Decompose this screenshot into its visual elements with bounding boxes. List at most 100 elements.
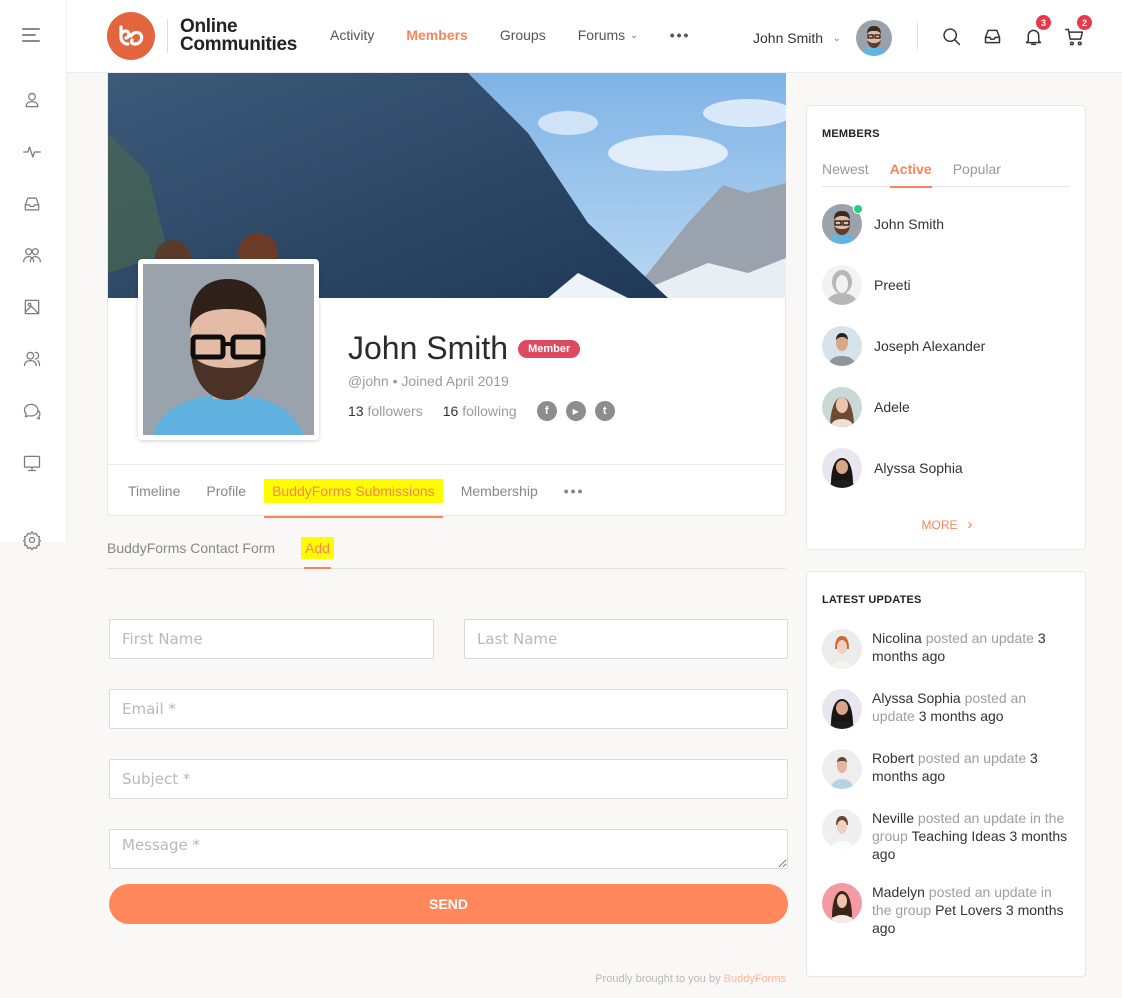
courses-icon[interactable] bbox=[20, 451, 44, 475]
member-name: Alyssa Sophia bbox=[874, 460, 963, 476]
chevron-down-icon: ⌄ bbox=[630, 29, 638, 40]
nav-more-button[interactable]: ••• bbox=[670, 27, 691, 43]
search-icon[interactable] bbox=[939, 24, 963, 48]
groups-icon[interactable] bbox=[20, 243, 44, 267]
facebook-icon[interactable]: f bbox=[536, 401, 557, 421]
update-item[interactable]: Neville posted an update in the group Te… bbox=[822, 809, 1077, 863]
cart-icon[interactable]: 2 bbox=[1062, 15, 1092, 48]
member-item[interactable]: Alyssa Sophia bbox=[822, 448, 963, 488]
members-tab-active[interactable]: Active bbox=[889, 161, 932, 188]
followers-link[interactable]: 13 followers bbox=[348, 403, 423, 419]
tab-buddyforms-submissions[interactable]: BuddyForms Submissions bbox=[264, 478, 443, 518]
nav-activity[interactable]: Activity bbox=[330, 27, 374, 43]
member-avatar bbox=[822, 265, 862, 305]
photos-icon[interactable] bbox=[20, 295, 44, 319]
members-tab-popular[interactable]: Popular bbox=[953, 161, 1001, 187]
profile-icon[interactable] bbox=[20, 88, 44, 112]
site-logo[interactable]: Online Communities bbox=[107, 12, 297, 60]
members-widget: MEMBERS Newest Active Popular John Smith… bbox=[806, 105, 1086, 550]
profile-tabs: Timeline Profile BuddyForms Submissions … bbox=[108, 464, 786, 518]
online-indicator bbox=[853, 204, 863, 214]
subject-input[interactable] bbox=[109, 759, 788, 799]
youtube-icon[interactable]: ▶ bbox=[565, 401, 586, 421]
member-avatar bbox=[822, 387, 862, 427]
nav-groups[interactable]: Groups bbox=[500, 27, 546, 43]
tab-membership[interactable]: Membership bbox=[461, 479, 538, 503]
message-textarea[interactable] bbox=[109, 829, 788, 869]
member-name: Preeti bbox=[874, 277, 911, 293]
more-members-link[interactable]: MORE › bbox=[807, 516, 1087, 533]
nav-members[interactable]: Members bbox=[406, 27, 467, 43]
member-avatar bbox=[822, 326, 862, 366]
menu-icon[interactable] bbox=[22, 28, 42, 44]
subtab-add[interactable]: Add bbox=[301, 537, 334, 569]
updates-widget-title: LATEST UPDATES bbox=[822, 594, 922, 606]
update-text: Neville posted an update in the group Te… bbox=[872, 810, 1068, 862]
members-tab-newest[interactable]: Newest bbox=[822, 161, 869, 187]
inbox-icon[interactable] bbox=[20, 192, 44, 216]
chevron-down-icon: ⌄ bbox=[833, 32, 841, 43]
profile-name: John Smith bbox=[348, 330, 509, 366]
update-avatar bbox=[822, 629, 862, 669]
first-name-input[interactable] bbox=[109, 619, 434, 659]
members-widget-title: MEMBERS bbox=[822, 128, 880, 140]
main-nav: Activity Members Groups Forums ⌄ ••• bbox=[330, 27, 722, 43]
subtab-contact-form[interactable]: BuddyForms Contact Form bbox=[107, 537, 275, 559]
brand-name: Online Communities bbox=[180, 16, 298, 55]
cart-badge: 2 bbox=[1077, 15, 1092, 30]
update-item[interactable]: Nicolina posted an update 3 months ago bbox=[822, 629, 1077, 669]
tab-timeline[interactable]: Timeline bbox=[128, 479, 180, 503]
buddyforms-link[interactable]: BuddyForms bbox=[724, 973, 786, 985]
update-item[interactable]: Robert posted an update 3 months ago bbox=[822, 749, 1077, 789]
user-menu[interactable]: John Smith ⌄ bbox=[753, 20, 892, 56]
friends-icon[interactable] bbox=[20, 347, 44, 371]
tabs-more-button[interactable]: ••• bbox=[564, 483, 585, 499]
update-item[interactable]: Madelyn posted an update in the group Pe… bbox=[822, 883, 1077, 937]
header-divider bbox=[917, 22, 918, 50]
profile-name-row: John Smith Member bbox=[348, 330, 581, 367]
tab-profile[interactable]: Profile bbox=[206, 479, 246, 503]
activity-icon[interactable] bbox=[20, 140, 44, 164]
update-text: Robert posted an update 3 months ago bbox=[872, 750, 1038, 784]
member-badge: Member bbox=[518, 339, 581, 358]
chevron-right-icon: › bbox=[967, 516, 973, 533]
left-sidebar bbox=[0, 0, 67, 550]
logo-icon bbox=[107, 12, 155, 60]
member-name: Joseph Alexander bbox=[874, 338, 986, 354]
last-name-input[interactable] bbox=[464, 619, 788, 659]
members-tabs: Newest Active Popular bbox=[822, 161, 1070, 188]
profile-meta: @john • Joined April 2019 bbox=[348, 373, 509, 389]
member-avatar bbox=[822, 448, 862, 488]
update-item[interactable]: Alyssa Sophia posted an update 3 months … bbox=[822, 689, 1077, 729]
member-item[interactable]: John Smith bbox=[822, 204, 944, 244]
inbox-icon[interactable] bbox=[980, 24, 1004, 48]
bell-icon[interactable]: 3 bbox=[1021, 15, 1051, 48]
notifications-badge: 3 bbox=[1036, 15, 1051, 30]
member-name: John Smith bbox=[874, 216, 945, 232]
form-subtabs: BuddyForms Contact Form Add bbox=[107, 537, 786, 569]
update-avatar bbox=[822, 809, 862, 849]
settings-icon[interactable] bbox=[20, 528, 44, 552]
update-avatar bbox=[822, 883, 862, 923]
member-name: Adele bbox=[874, 399, 910, 415]
email-input[interactable] bbox=[109, 689, 788, 729]
logo-divider bbox=[167, 19, 168, 53]
credit-text: Proudly brought to you by BuddyForms bbox=[595, 973, 786, 985]
profile-card: John Smith Member @john • Joined April 2… bbox=[107, 73, 786, 518]
update-avatar bbox=[822, 749, 862, 789]
update-text: Alyssa Sophia posted an update 3 months … bbox=[872, 690, 1027, 724]
following-link[interactable]: 16 following bbox=[443, 403, 517, 419]
send-button[interactable]: SEND bbox=[109, 884, 788, 924]
update-text: Nicolina posted an update 3 months ago bbox=[872, 630, 1046, 664]
twitter-icon[interactable]: t bbox=[594, 401, 615, 421]
member-item[interactable]: Adele bbox=[822, 387, 910, 427]
nav-forums[interactable]: Forums ⌄ bbox=[578, 27, 638, 43]
member-item[interactable]: Preeti bbox=[822, 265, 911, 305]
profile-avatar[interactable] bbox=[138, 259, 319, 440]
update-avatar bbox=[822, 689, 862, 729]
user-avatar[interactable] bbox=[855, 20, 892, 56]
forums-icon[interactable] bbox=[20, 399, 44, 423]
latest-updates-widget: LATEST UPDATES Nicolina posted an update… bbox=[806, 571, 1086, 977]
top-header: Online Communities Activity Members Grou… bbox=[0, 0, 1122, 73]
member-item[interactable]: Joseph Alexander bbox=[822, 326, 985, 366]
